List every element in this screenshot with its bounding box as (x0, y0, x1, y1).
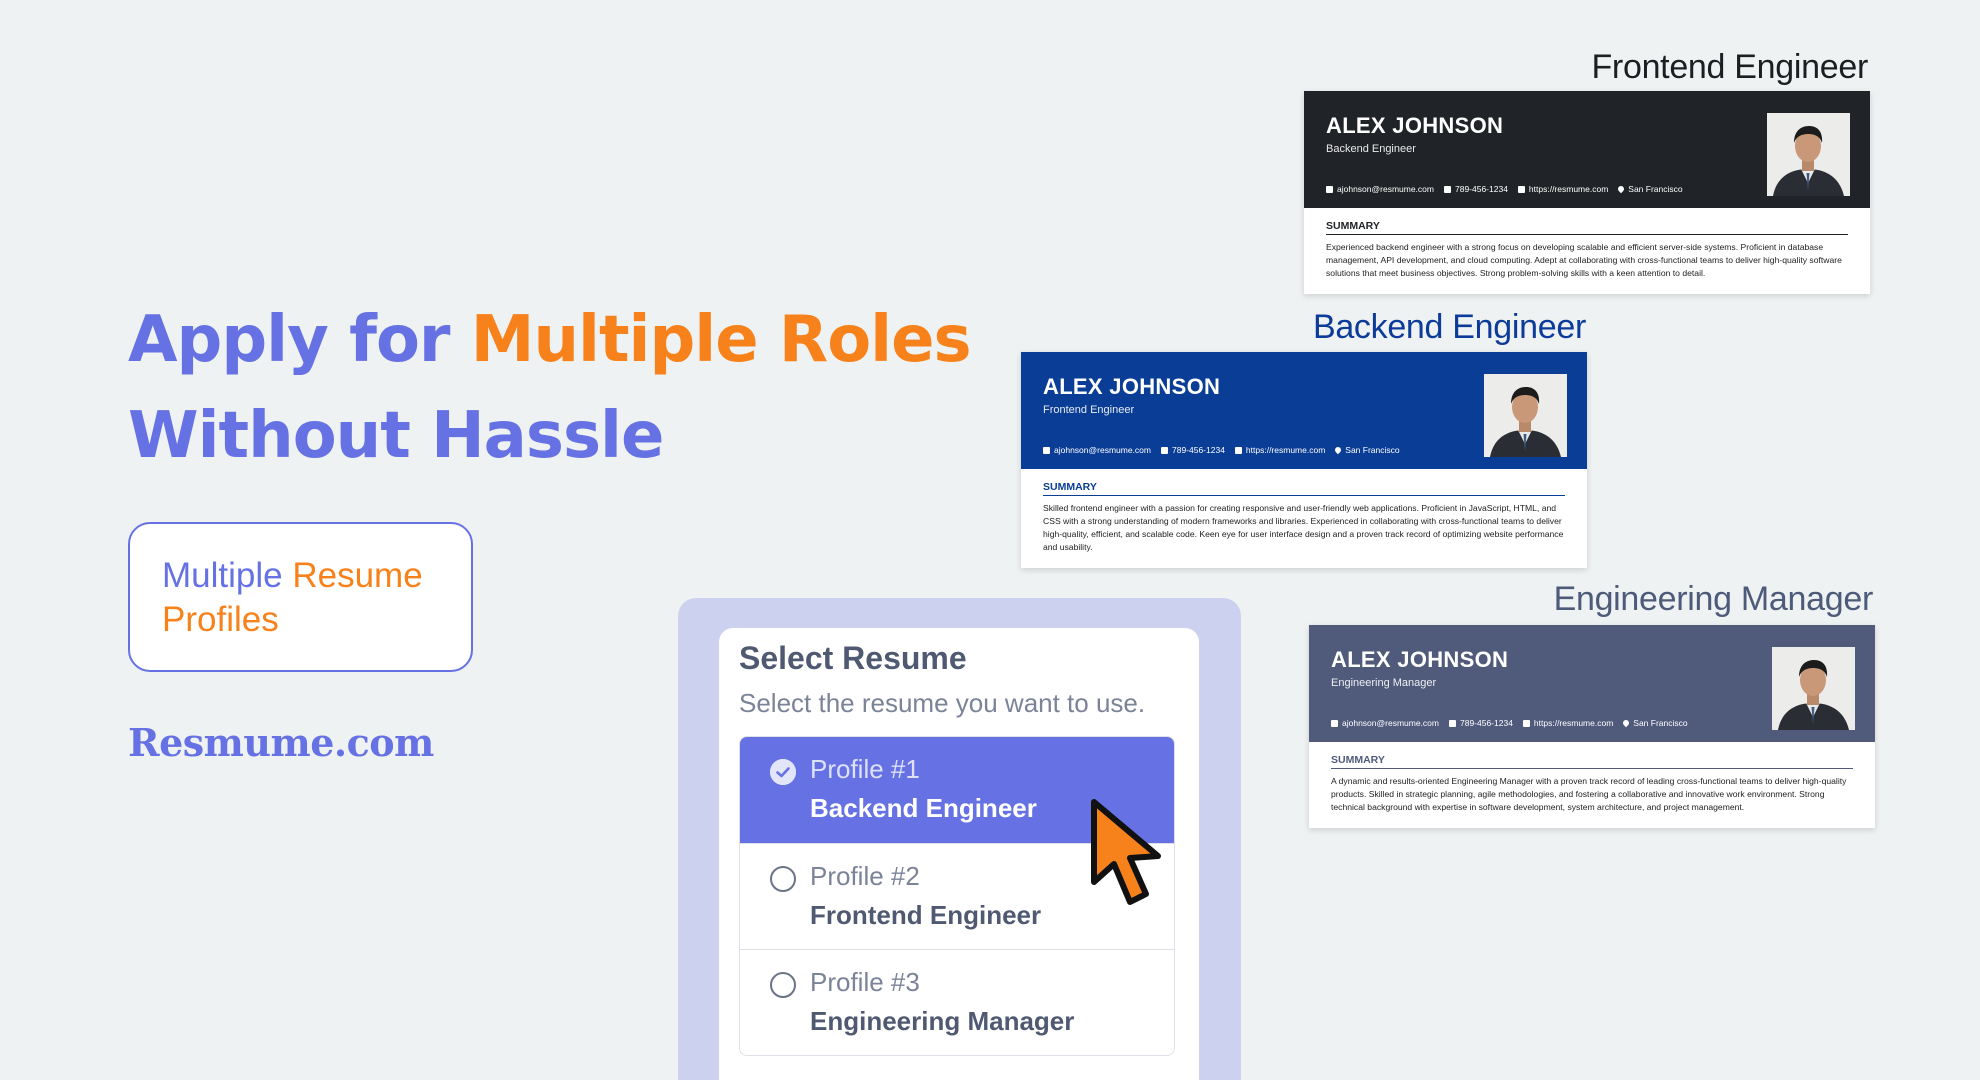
feature-part-2: Resume (292, 556, 423, 595)
hero-line-1-b: Multiple Roles (470, 303, 972, 377)
contact-city: San Francisco (1345, 445, 1400, 455)
resume-contacts: ajohnson@resmume.com 789-456-1234 https:… (1331, 718, 1688, 728)
link-icon (1234, 446, 1242, 454)
resume-body: SUMMARY A dynamic and results-oriented E… (1309, 742, 1875, 828)
resume-contacts: ajohnson@resmume.com 789-456-1234 https:… (1043, 445, 1400, 455)
radio-icon (770, 866, 796, 892)
location-pin-icon (1622, 718, 1631, 728)
profile-role: Engineering Manager (810, 1006, 1075, 1036)
resume-preview-1[interactable]: ALEX JOHNSON Backend Engineer ajohnson@r… (1304, 91, 1870, 294)
resume-label-1: Frontend Engineer (1560, 48, 1868, 87)
profile-photo (1772, 647, 1855, 730)
profile-role: Frontend Engineer (810, 900, 1042, 930)
summary-heading: SUMMARY (1043, 481, 1565, 496)
hero-headline: Apply for Multiple Roles Without Hassle (128, 292, 972, 484)
resume-label-text: Engineering Manager (1553, 580, 1874, 618)
resume-label-3: Engineering Manager (1460, 580, 1874, 619)
resume-body: SUMMARY Experienced backend engineer wit… (1304, 208, 1870, 294)
profile-option-3[interactable]: Profile #3 Engineering Manager (740, 949, 1174, 1055)
hero-line-2: Without Hassle (128, 399, 664, 473)
email-icon (1326, 185, 1333, 193)
select-subtitle: Select the resume you want to use. (739, 688, 1146, 718)
profile-number: Profile #2 (810, 861, 920, 891)
resume-preview-3[interactable]: ALEX JOHNSON Engineering Manager ajohnso… (1309, 625, 1875, 828)
summary-heading: SUMMARY (1331, 754, 1853, 769)
summary-text: Experienced backend engineer with a stro… (1326, 242, 1842, 278)
summary-text: Skilled frontend engineer with a passion… (1043, 503, 1564, 552)
profile-photo (1484, 374, 1567, 457)
resume-contacts: ajohnson@resmume.com 789-456-1234 https:… (1326, 184, 1683, 194)
phone-icon (1160, 446, 1168, 454)
email-icon (1043, 446, 1050, 454)
profile-photo (1767, 113, 1850, 196)
contact-city: San Francisco (1628, 184, 1683, 194)
contact-email: ajohnson@resmume.com (1054, 445, 1151, 455)
radio-icon (770, 972, 796, 998)
link-icon (1522, 719, 1530, 727)
hero-line-1: Apply for Multiple Roles (128, 292, 972, 388)
contact-email: ajohnson@resmume.com (1337, 184, 1434, 194)
profile-number: Profile #3 (810, 967, 920, 997)
check-circle-icon (770, 759, 796, 785)
profile-number: Profile #1 (810, 754, 920, 784)
contact-phone: 789-456-1234 (1459, 718, 1513, 728)
phone-icon (1448, 719, 1456, 727)
feature-badge: Multiple Resume Profiles (128, 522, 473, 672)
link-icon (1517, 185, 1525, 193)
contact-phone: 789-456-1234 (1171, 445, 1225, 455)
contact-site: https://resmume.com (1533, 718, 1614, 728)
location-pin-icon (1617, 184, 1626, 194)
contact-phone: 789-456-1234 (1454, 184, 1508, 194)
summary-heading: SUMMARY (1326, 220, 1848, 235)
contact-city: San Francisco (1633, 718, 1688, 728)
feature-part-3: Profiles (162, 600, 279, 639)
profile-role: Backend Engineer (810, 793, 1037, 823)
resume-label-text: Frontend Engineer (1591, 48, 1868, 86)
resume-header: ALEX JOHNSON Frontend Engineer ajohnson@… (1021, 352, 1587, 469)
resume-label-2: Backend Engineer (1280, 308, 1586, 347)
select-title: Select Resume (739, 640, 967, 676)
location-pin-icon (1334, 445, 1343, 455)
hero-line-1-a: Apply for (128, 303, 450, 377)
resume-header: ALEX JOHNSON Engineering Manager ajohnso… (1309, 625, 1875, 742)
contact-site: https://resmume.com (1528, 184, 1609, 194)
mouse-pointer-icon (1091, 799, 1161, 905)
email-icon (1331, 719, 1338, 727)
phone-icon (1443, 185, 1451, 193)
resume-preview-2[interactable]: ALEX JOHNSON Frontend Engineer ajohnson@… (1021, 352, 1587, 568)
feature-part-1: Multiple (162, 556, 283, 595)
resume-header: ALEX JOHNSON Backend Engineer ajohnson@r… (1304, 91, 1870, 208)
summary-text: A dynamic and results-oriented Engineeri… (1331, 776, 1847, 812)
resume-label-text: Backend Engineer (1312, 308, 1586, 346)
resume-body: SUMMARY Skilled frontend engineer with a… (1021, 469, 1587, 568)
contact-email: ajohnson@resmume.com (1342, 718, 1439, 728)
contact-site: https://resmume.com (1245, 445, 1326, 455)
brand-name: Resmume.com (128, 720, 434, 765)
